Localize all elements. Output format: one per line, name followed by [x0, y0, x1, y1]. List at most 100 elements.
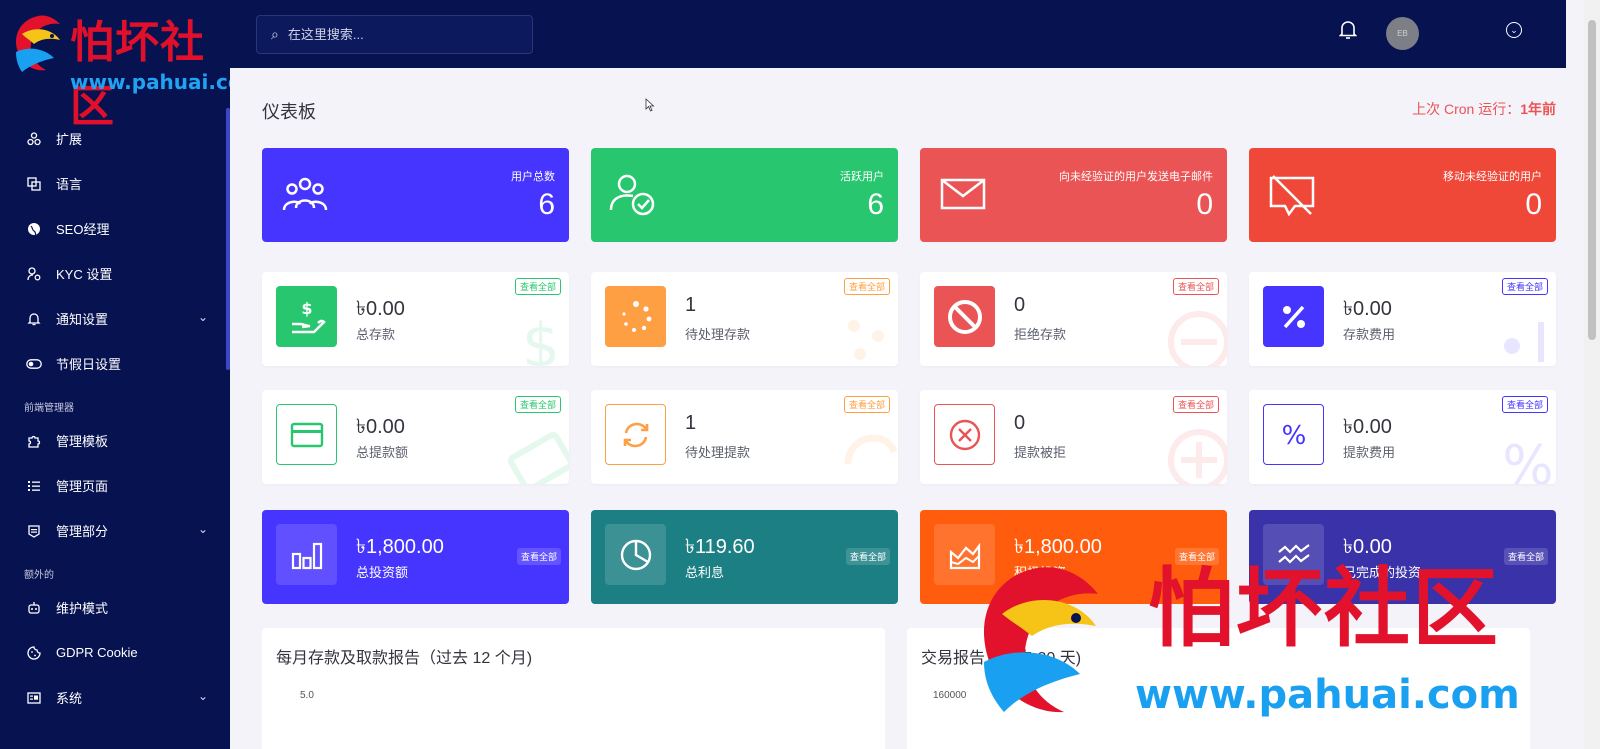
avatar[interactable]: EB [1386, 17, 1419, 50]
stat-value: 0 [1196, 188, 1213, 221]
chevron-down-icon[interactable]: ⌄ [198, 522, 208, 536]
stat-card-deposit-charge[interactable]: ৳0.00 存款费用 查看全部 [1249, 272, 1556, 366]
sidebar-item-language[interactable]: 语言 [0, 161, 226, 206]
view-all-button[interactable]: 查看全部 [516, 548, 561, 565]
stat-label: 活跃用户 [840, 171, 884, 183]
stat-card-mobile-unverified[interactable]: 移动未经验证的用户 0 [1249, 148, 1556, 242]
sidebar-item-maintenance[interactable]: 维护模式 [0, 585, 226, 630]
cron-value: 1年前 [1520, 101, 1556, 117]
sidebar-item-kyc[interactable]: KYC 设置 [0, 251, 226, 296]
stat-card-withdraw-charge[interactable]: % ৳0.00 提款费用 查看全部 % [1249, 390, 1556, 484]
sidebar-item-label: 系统 [56, 691, 83, 706]
view-all-button[interactable]: 查看全部 [1172, 278, 1219, 295]
search-box[interactable]: ⌕ [256, 15, 533, 54]
percent-icon [1263, 286, 1324, 347]
credit-card-icon [276, 404, 337, 465]
stat-card-total-deposit[interactable]: $ ৳0.00 总存款 查看全部 $ [262, 272, 569, 366]
stat-card-total-users[interactable]: 用户总数 6 [262, 148, 569, 242]
bar-chart-icon [276, 524, 337, 585]
page-scrollbar[interactable] [1584, 0, 1600, 749]
puzzle-icon [26, 433, 42, 449]
sidebar-item-holiday[interactable]: 节假日设置 [0, 341, 226, 386]
users-group-icon [282, 177, 328, 211]
sync-icon [605, 404, 666, 465]
ban-icon [934, 286, 995, 347]
comment-slash-icon [1269, 175, 1315, 217]
view-all-button[interactable]: 查看全部 [843, 278, 890, 295]
percent-icon: % [1263, 404, 1324, 465]
stat-card-email-unverified[interactable]: 向未经验证的用户发送电子邮件 0 [920, 148, 1227, 242]
stat-card-rejected-deposit[interactable]: 0 拒绝存款 查看全部 [920, 272, 1227, 366]
page-scrollbar-thumb[interactable] [1588, 20, 1596, 340]
sidebar-item-manage-templates[interactable]: 管理模板 [0, 418, 226, 463]
view-all-button[interactable]: 查看全部 [1172, 396, 1219, 413]
stat-card-pending-withdraw[interactable]: 1 待处理提款 查看全部 [591, 390, 898, 484]
username[interactable] [1430, 22, 1490, 42]
watermark-url: www.pahuai.com [1135, 672, 1520, 718]
stat-label: 向未经验证的用户发送电子邮件 [1059, 171, 1213, 183]
chevron-down-icon[interactable]: ⌄ [198, 689, 208, 703]
sidebar-item-system[interactable]: 系统 ⌄ [0, 675, 226, 720]
panel-title: 每月存款及取款报告（过去 12 个月) [276, 650, 533, 667]
svg-text:%: % [1281, 421, 1306, 450]
sidebar-item-manage-sections[interactable]: 管理部分 ⌄ [0, 508, 226, 553]
view-all-button[interactable]: 查看全部 [1501, 396, 1548, 413]
deposit-stats-row: $ ৳0.00 总存款 查看全部 $ 1 待处理存款 查看全部 0 拒绝存款 查… [262, 272, 1556, 366]
decorative-percent-icon [1504, 322, 1544, 362]
server-icon [26, 690, 42, 706]
stat-value: 1 [685, 412, 697, 434]
sidebar: 怕坏社区 www.pahuai.com 扩展 语言 SEO经理 KYC [0, 0, 230, 749]
sidebar-item-label: 通知设置 [56, 312, 109, 327]
chevron-down-icon[interactable]: ⌄ [198, 310, 208, 324]
section-icon [26, 523, 42, 539]
stat-value: ৳0.00 [1343, 416, 1392, 438]
withdraw-stats-row: ৳0.00 总提款额 查看全部 1 待处理提款 查看全部 0 提款被拒 查看全部 [262, 390, 1556, 484]
stat-label: 移动未经验证的用户 [1443, 171, 1542, 183]
sidebar-item-notification[interactable]: 通知设置 ⌄ [0, 296, 226, 341]
view-all-button[interactable]: 查看全部 [514, 278, 561, 295]
decorative-sync-icon [844, 434, 898, 465]
stat-value: 1 [685, 294, 697, 316]
svg-text:$: $ [522, 311, 560, 366]
page-title: 仪表板 [262, 102, 316, 122]
stat-card-total-withdraw[interactable]: ৳0.00 总提款额 查看全部 [262, 390, 569, 484]
view-all-button[interactable]: 查看全部 [514, 396, 561, 413]
logo-url: www.pahuai.com [70, 70, 230, 94]
stat-card-rejected-withdraw[interactable]: 0 提款被拒 查看全部 [920, 390, 1227, 484]
sidebar-item-extensions[interactable]: 扩展 [0, 116, 226, 161]
robot-icon [26, 600, 42, 616]
view-all-button[interactable]: 查看全部 [845, 548, 890, 565]
decorative-dollar-icon: $ [522, 311, 560, 366]
sidebar-item-label: SEO经理 [56, 222, 110, 237]
sidebar-item-seo[interactable]: SEO经理 [0, 206, 226, 251]
view-all-button[interactable]: 查看全部 [843, 396, 890, 413]
stat-value: 0 [1525, 188, 1542, 221]
stat-card-total-invest[interactable]: ৳1,800.00 总投资额 查看全部 [262, 510, 569, 604]
stat-label: 总利息 [685, 565, 725, 580]
stat-label: 待处理提款 [685, 445, 751, 460]
watermark-title: 怕坏社区 [1148, 558, 1500, 659]
stat-value: ৳119.60 [685, 536, 755, 558]
globe-icon [26, 221, 42, 237]
notification-bell-icon[interactable] [1336, 20, 1360, 44]
stat-card-total-interest[interactable]: ৳119.60 总利息 查看全部 [591, 510, 898, 604]
stat-value: ৳1,800.00 [356, 536, 444, 558]
sidebar-item-label: 管理部分 [56, 524, 109, 539]
svg-text:$: $ [301, 299, 312, 318]
cron-status: 上次 Cron 运行：1年前 [1412, 99, 1556, 119]
chevron-down-icon[interactable]: ⌄ [1506, 22, 1522, 38]
site-logo[interactable]: 怕坏社区 www.pahuai.com [0, 0, 230, 132]
sidebar-section-extra: 额外的 [24, 570, 54, 581]
envelope-icon [940, 178, 986, 210]
stat-card-pending-deposit[interactable]: 1 待处理存款 查看全部 [591, 272, 898, 366]
language-icon [26, 176, 42, 192]
sidebar-item-manage-pages[interactable]: 管理页面 [0, 463, 226, 508]
fish-logo-icon [16, 15, 60, 72]
extensions-icon [26, 131, 42, 147]
mouse-cursor-icon [645, 98, 655, 112]
stat-card-active-users[interactable]: 活跃用户 6 [591, 148, 898, 242]
view-all-button[interactable]: 查看全部 [1501, 278, 1548, 295]
sidebar-item-label: KYC 设置 [56, 267, 113, 282]
sidebar-item-gdpr-cookie[interactable]: GDPR Cookie [0, 630, 226, 675]
search-input[interactable] [287, 27, 508, 42]
